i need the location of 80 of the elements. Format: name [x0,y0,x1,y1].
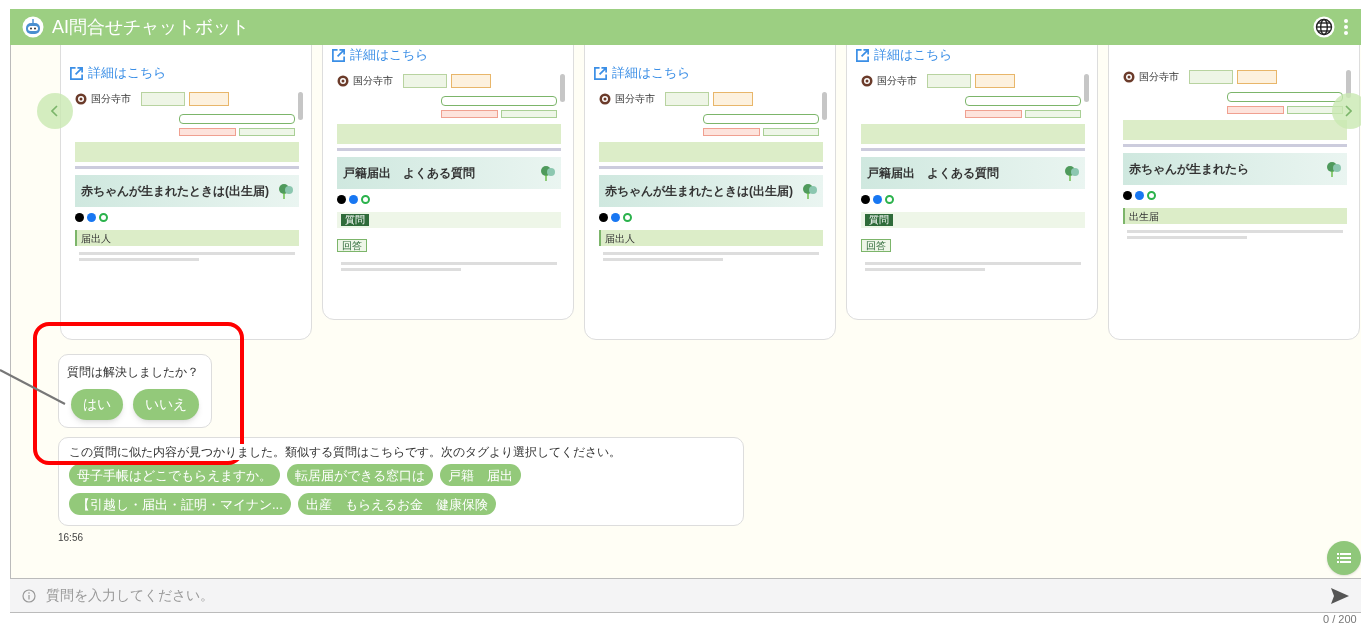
answer-button[interactable]: いいえ [133,389,199,420]
scrollbar-thumb[interactable] [1084,74,1089,102]
city-emblem-icon [861,75,873,87]
city-emblem-icon [1123,71,1135,83]
page-title: 戸籍届出 よくある質問 [343,165,475,182]
site-name: 国分寺市 [91,94,131,104]
banner-drawing [927,74,971,88]
external-link-icon [855,47,870,63]
page-title: 戸籍届出 よくある質問 [867,165,999,182]
banner-drawing [403,74,447,88]
city-emblem-icon [75,93,87,105]
character-counter: 0 / 200 [1323,613,1357,626]
suggestion-tag[interactable]: 【引越し・届出・証明・マイナン... [69,493,291,515]
suggestion-tag[interactable]: 出産 もらえるお金 健康保険 [297,493,496,515]
facebook-icon [611,213,620,222]
page-title: 赤ちゃんが生まれたら [1129,161,1249,178]
chevron-right-icon [1344,105,1352,117]
tree-icon [279,183,293,199]
tree-icon [1065,165,1079,181]
facebook-icon [349,195,358,204]
message-time: 16:56 [58,531,84,545]
question-input-field[interactable]: 質問を入力してください。 [46,585,1321,606]
tree-icon [803,183,817,199]
section-title: 届出人 [81,231,111,246]
x-social-icon [599,213,608,222]
facebook-icon [873,195,882,204]
details-link[interactable]: 詳細はこちら [593,64,827,82]
robot-icon [22,16,44,38]
scrollbar-thumb[interactable] [560,74,565,102]
facebook-icon [1135,191,1144,200]
page-title: 赤ちゃんが生まれたときは(出生届) [605,183,793,200]
external-link-icon [593,65,608,81]
scrollbar-thumb[interactable] [822,92,827,120]
chatbot-title: AI問合せチャットボット [52,15,249,39]
banner-drawing [975,74,1015,88]
details-link[interactable]: 詳細はこちら [69,64,303,82]
answer-button[interactable]: はい [71,389,123,420]
chevron-left-icon [51,105,59,117]
suggestion-tag[interactable]: 母子手帳はどこでもらえますか。 [69,464,280,486]
banner-drawing [141,92,185,106]
banner-drawing [665,92,709,106]
scrollbar-thumb[interactable] [298,92,303,120]
x-social-icon [337,195,346,204]
answer-label: 回答 [337,239,367,252]
banner-drawing [189,92,229,106]
banner-drawing [1189,70,1233,84]
page-title: 赤ちゃんが生まれたときは(出生届) [81,183,269,200]
external-link-icon [69,65,84,81]
city-emblem-icon [337,75,349,87]
x-social-icon [861,195,870,204]
facebook-icon [87,213,96,222]
send-icon[interactable] [1331,587,1349,604]
banner-drawing [451,74,491,88]
site-name: 国分寺市 [877,76,917,86]
list-icon [1337,552,1351,564]
site-name: 国分寺市 [615,94,655,104]
site-name: 国分寺市 [1139,72,1179,82]
question-label: 質問 [865,214,893,226]
city-emblem-icon [599,93,611,105]
x-social-icon [1123,191,1132,200]
suggestion-tag[interactable]: 転居届ができる窓口は [287,464,433,486]
suggestion-tag[interactable]: 戸籍 届出 [440,464,521,486]
details-link[interactable]: 詳細はこちら [331,46,565,64]
banner-drawing [1237,70,1277,84]
banner-drawing [713,92,753,106]
section-title: 出生届 [1129,209,1159,224]
more-menu-icon[interactable] [1343,18,1349,36]
section-title: 届出人 [605,231,635,246]
answer-label: 回答 [861,239,891,252]
tree-icon [1327,161,1341,177]
site-name: 国分寺市 [353,76,393,86]
language-globe-icon[interactable] [1313,16,1335,38]
tree-icon [541,165,555,181]
x-social-icon [75,213,84,222]
external-link-icon [331,47,346,63]
info-icon [22,588,36,603]
feedback-question: 質問は解決しましたか？ [67,364,200,381]
question-label: 質問 [341,214,369,226]
question-input-bar[interactable]: 質問を入力してください。 [10,578,1361,613]
details-link[interactable]: 詳細はこちら [855,46,1089,64]
